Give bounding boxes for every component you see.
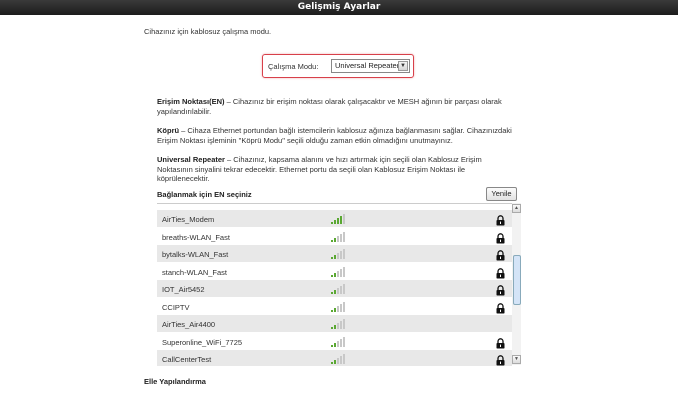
- ap-row-partial: [157, 204, 512, 207]
- ap-row[interactable]: AirTies_Air4400: [157, 315, 512, 332]
- signal-strength-icon: [331, 266, 347, 277]
- scrollbar-thumb[interactable]: [513, 255, 521, 305]
- ap-row[interactable]: stanch-WLAN_Fast: [157, 263, 512, 280]
- ap-ssid: CallCenterTest: [162, 355, 212, 364]
- chevron-down-icon[interactable]: ▼: [398, 61, 408, 71]
- desc-bridge-text: – Cihaza Ethernet portundan bağlı istemc…: [157, 126, 512, 145]
- ap-ssid: AirTies_Air4400: [162, 320, 216, 329]
- refresh-button[interactable]: Yenile: [486, 187, 517, 201]
- ap-ssid: IOT_Air5452: [162, 285, 205, 294]
- desc-access-point: Erişim Noktası(EN) – Cihazınız bir erişi…: [157, 97, 517, 116]
- lock-icon: [496, 213, 505, 226]
- signal-strength-icon: [331, 284, 347, 294]
- lock-icon: [496, 283, 505, 296]
- mode-label: Çalışma Modu:: [268, 62, 319, 71]
- signal-strength-icon: [331, 354, 347, 364]
- desc-universal-repeater-title: Universal Repeater: [157, 155, 225, 164]
- signal-strength-icon: [331, 301, 347, 312]
- desc-bridge-title: Köprü: [157, 126, 180, 135]
- ap-row[interactable]: bytalks-WLAN_Fast: [157, 245, 512, 262]
- desc-universal-repeater: Universal Repeater – Cihazınız, kapsama …: [157, 155, 517, 184]
- signal-strength-icon: [331, 231, 347, 242]
- ap-ssid: bytalks-WLAN_Fast: [162, 250, 229, 259]
- page-title: Gelişmiş Ayarlar: [297, 2, 381, 12]
- ap-row[interactable]: CallCenterTest: [157, 350, 512, 366]
- lock-icon: [496, 336, 505, 348]
- lock-icon: [496, 266, 505, 278]
- ap-list: AirTies_Modem breaths-WLAN_Fast bytalks-WL…: [157, 203, 512, 366]
- ap-ssid: stanch-WLAN_Fast: [162, 267, 228, 277]
- page-title-bar: Gelişmiş Ayarlar: [0, 0, 678, 15]
- desc-access-point-title: Erişim Noktası(EN): [157, 97, 225, 106]
- mode-select[interactable]: Universal Repeater ▼: [331, 59, 410, 73]
- ap-list-title: Bağlanmak için EN seçiniz: [157, 190, 252, 199]
- ap-ssid: breaths-WLAN_Fast: [162, 232, 230, 242]
- ap-row[interactable]: AirTies_Modem: [157, 210, 512, 227]
- ap-row[interactable]: IOT_Air5452: [157, 280, 512, 297]
- signal-strength-icon: [331, 319, 347, 329]
- ap-row[interactable]: breaths-WLAN_Fast: [157, 228, 512, 245]
- ap-ssid: AirTies_Modem: [162, 215, 215, 224]
- lock-icon: [496, 301, 505, 313]
- ap-ssid: CCIPTV: [162, 302, 190, 312]
- mode-select-value: Universal Repeater: [335, 61, 400, 70]
- manual-config-title: Elle Yapılandırma: [144, 377, 206, 386]
- ap-row[interactable]: CCIPTV: [157, 298, 512, 315]
- signal-strength-icon: [331, 214, 347, 224]
- signal-strength-icon: [331, 249, 347, 259]
- lock-icon: [496, 231, 505, 243]
- ap-row[interactable]: Superonline_WiFi_7725: [157, 333, 512, 350]
- desc-bridge: Köprü – Cihaza Ethernet portundan bağlı …: [157, 126, 517, 145]
- lock-icon: [496, 353, 505, 366]
- ap-list-scrollbar[interactable]: ▲ ▼: [512, 203, 521, 365]
- lock-icon: [496, 248, 505, 261]
- signal-strength-icon: [331, 336, 347, 347]
- scroll-down-icon[interactable]: ▼: [512, 355, 521, 364]
- intro-text: Cihazınız için kablosuz çalışma modu.: [144, 27, 272, 36]
- scroll-up-icon[interactable]: ▲: [512, 204, 521, 213]
- ap-ssid: Superonline_WiFi_7725: [162, 337, 243, 347]
